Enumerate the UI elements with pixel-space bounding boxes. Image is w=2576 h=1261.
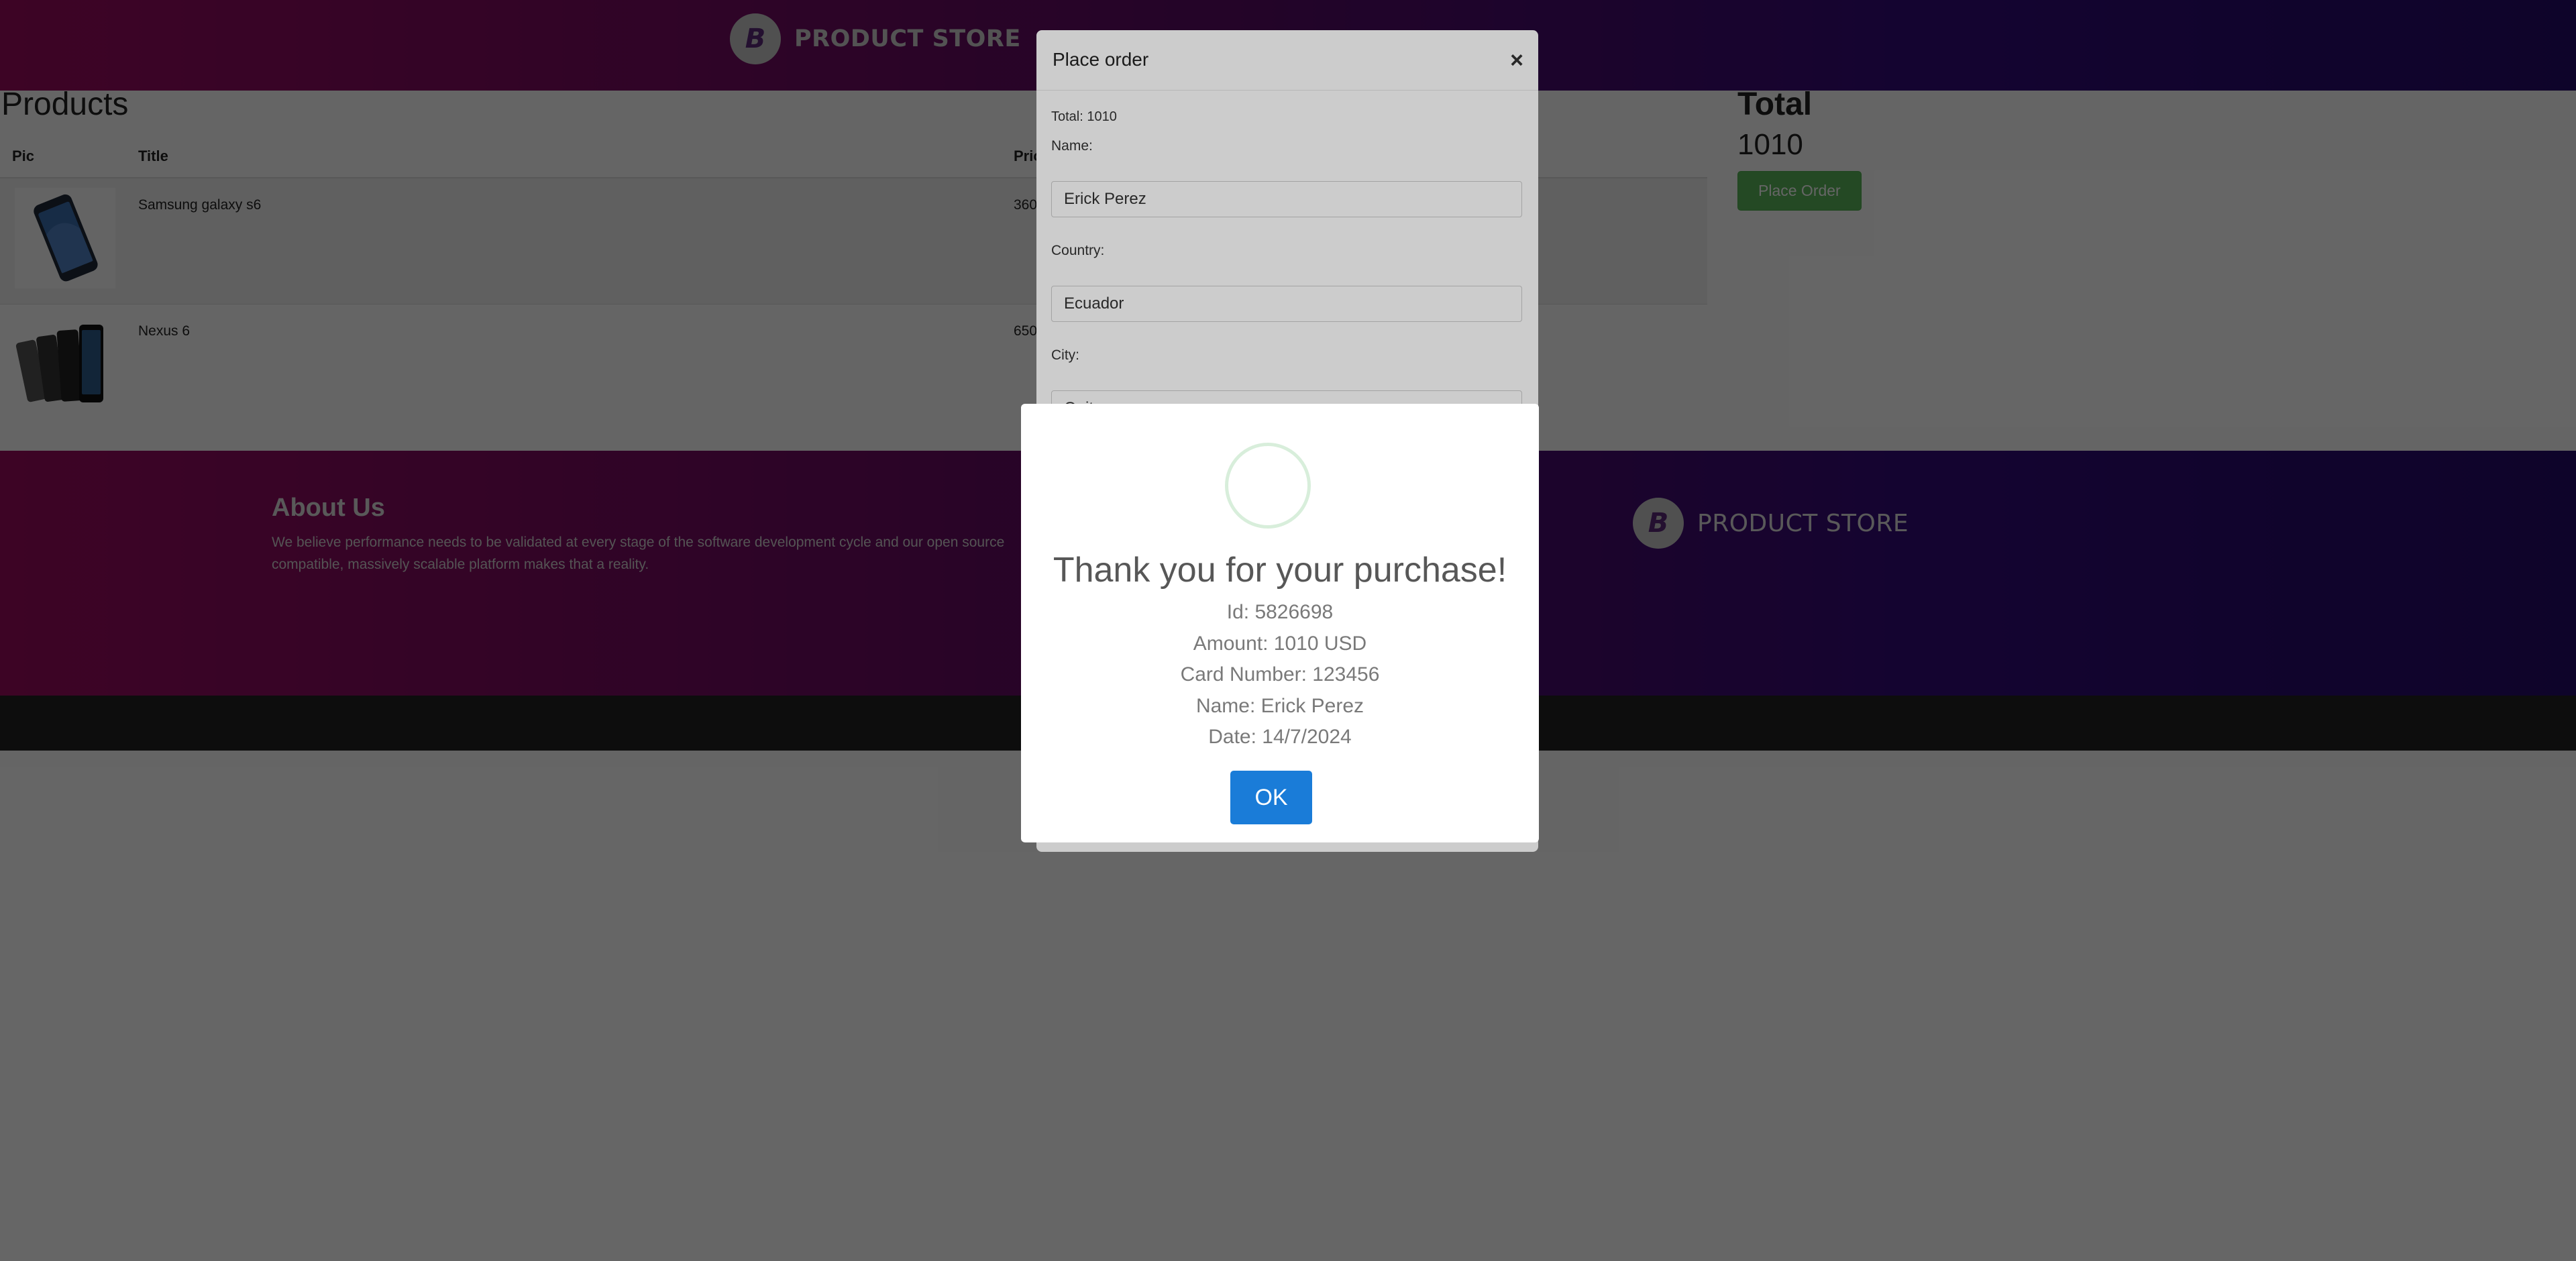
card-number: Card Number: 123456 bbox=[1180, 663, 1380, 686]
order-amount: Amount: 1010 USD bbox=[1193, 632, 1367, 655]
purchase-details: Id: 5826698 Amount: 1010 USD Card Number… bbox=[1021, 597, 1539, 753]
order-id: Id: 5826698 bbox=[1226, 601, 1334, 623]
customer-name: Name: Erick Perez bbox=[1195, 694, 1364, 717]
ok-button[interactable]: OK bbox=[1230, 771, 1312, 824]
confirmation-title: Thank you for your purchase! bbox=[1053, 551, 1507, 590]
order-date: Date: 14/7/2024 bbox=[1208, 726, 1352, 748]
purchase-confirmation-dialog: Thank you for your purchase! Id: 5826698… bbox=[1021, 404, 1539, 842]
success-icon bbox=[1225, 443, 1311, 529]
